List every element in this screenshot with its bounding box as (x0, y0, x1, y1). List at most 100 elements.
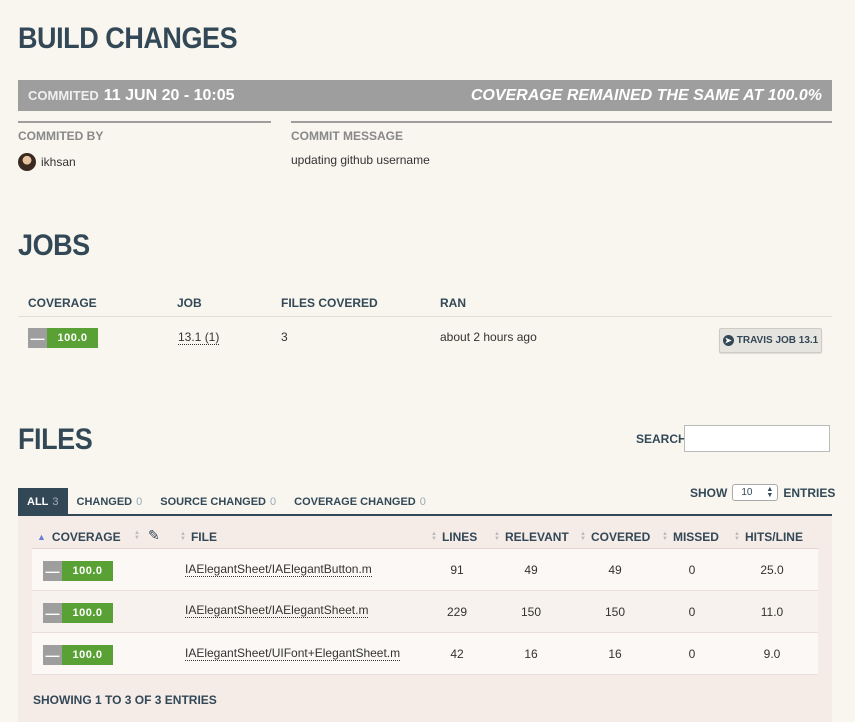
lines-value: 229 (446, 605, 468, 619)
job-row: — 100.0 13.1 (1) 3 about 2 hours ago (18, 318, 832, 358)
coverage-value: 100.0 (62, 603, 113, 623)
relevant-value: 150 (520, 605, 542, 619)
jobs-header-ran: RAN (440, 296, 466, 310)
table-info: SHOWING 1 TO 3 OF 3 ENTRIES (33, 693, 217, 707)
sort-icon: ▲ ▼ (180, 531, 186, 542)
coverage-value: 100.0 (47, 328, 98, 348)
coverage-value: 100.0 (62, 645, 113, 665)
file-filter-tabs: ALL 3 CHANGED 0 SOURCE CHANGED 0 COVERAGE C… (18, 488, 435, 515)
sort-asc-icon: ▲ (37, 532, 46, 542)
files-header-file-label: FILE (190, 530, 217, 544)
jobs-title: JOBS (18, 229, 90, 262)
jobs-table-header: COVERAGE JOB FILES COVERED RAN (18, 290, 832, 317)
files-header-hits-line-label: HITS/LINE (744, 530, 803, 544)
tab-coverage-changed-count: 0 (419, 495, 426, 508)
missed-value: 0 (688, 563, 696, 577)
commit-bar: COMMITED 11 JUN 20 - 10:05 COVERAGE REMAI… (18, 80, 832, 111)
relevant-value: 16 (524, 647, 538, 661)
sort-icon: ▲ ▼ (431, 531, 437, 542)
hits-value: 9.0 (763, 647, 781, 661)
minus-icon: — (28, 328, 47, 348)
tab-all-count: 3 (52, 495, 59, 508)
committed-by-label: COMMITED BY (18, 129, 104, 143)
missed-value: 0 (688, 647, 696, 661)
job-ran: about 2 hours ago (440, 330, 537, 344)
coverage-badge: — 100.0 (28, 328, 98, 348)
files-header-covered[interactable]: ▲ ▼ COVERED (580, 530, 650, 544)
file-link[interactable]: IAElegantSheet/IAElegantSheet.m (185, 603, 369, 618)
page-length-value: 10 (741, 487, 753, 498)
committer-name[interactable]: ikhsan (41, 155, 76, 169)
lines-value: 91 (450, 563, 464, 577)
tab-changed-label: CHANGED (76, 495, 133, 508)
commit-label: COMMITED (28, 87, 99, 103)
hits-value: 25.0 (760, 563, 784, 577)
avatar[interactable] (18, 153, 36, 171)
files-title: FILES (18, 423, 93, 456)
sort-icon: ▲ ▼ (494, 531, 500, 542)
jobs-header-files-covered: FILES COVERED (281, 296, 378, 310)
tab-coverage-changed[interactable]: COVERAGE CHANGED 0 (285, 488, 435, 515)
coverage-value: 100.0 (62, 561, 113, 581)
file-link[interactable]: IAElegantSheet/IAElegantButton.m (185, 562, 372, 577)
commit-message-label: COMMIT MESSAGE (291, 129, 404, 143)
coverage-badge: — 100.0 (43, 561, 113, 581)
sort-icon: ▲ ▼ (134, 530, 140, 541)
files-header-missed[interactable]: ▲ ▼ MISSED (662, 530, 719, 544)
job-link[interactable]: 13.1 (1) (178, 330, 220, 345)
job-files-covered: 3 (281, 330, 288, 344)
sort-icon: ▲ ▼ (662, 531, 668, 542)
committed-by: COMMITED BY ikhsan (18, 121, 271, 171)
travis-job-button-label: TRAVIS JOB 13.1 (736, 335, 819, 346)
sort-icon: ▲ ▼ (580, 531, 586, 542)
jobs-header-coverage: COVERAGE (28, 296, 97, 310)
files-header-lines[interactable]: ▲ ▼ LINES (431, 530, 477, 544)
minus-icon: — (43, 603, 62, 623)
relevant-value: 49 (524, 563, 538, 577)
page-title: BUILD CHANGES (18, 22, 238, 55)
coverage-badge: — 100.0 (43, 645, 113, 665)
files-header-missed-label: MISSED (672, 530, 719, 544)
commit-date: 11 JUN 20 - 10:05 (103, 86, 235, 104)
minus-icon: — (43, 645, 62, 665)
files-header-relevant[interactable]: ▲ ▼ RELEVANT (494, 530, 569, 544)
tab-source-changed[interactable]: SOURCE CHANGED 0 (151, 488, 285, 515)
minus-icon: — (43, 561, 62, 581)
missed-value: 0 (688, 605, 696, 619)
page-length-select[interactable]: 10 ▲ ▼ (732, 484, 779, 501)
file-link[interactable]: IAElegantSheet/UIFont+ElegantSheet.m (185, 646, 401, 661)
covered-value: 16 (608, 647, 622, 661)
commit-message-text: updating github username (291, 153, 430, 167)
tab-source-changed-count: 0 (270, 495, 277, 508)
files-header-coverage[interactable]: ▲ COVERAGE (37, 530, 121, 544)
hits-value: 11.0 (760, 605, 784, 619)
sort-icon: ▲ ▼ (734, 531, 740, 542)
tab-source-changed-label: SOURCE CHANGED (160, 495, 266, 508)
files-header-covered-label: COVERED (590, 530, 651, 544)
search-input[interactable] (684, 425, 830, 452)
updown-icon: ▲ ▼ (766, 485, 774, 499)
coverage-note: COVERAGE REMAINED THE SAME AT 100.0% (470, 86, 822, 104)
commit-message: COMMIT MESSAGE updating github username (291, 121, 832, 167)
files-header-file[interactable]: ▲ ▼ FILE (180, 530, 217, 544)
tab-coverage-changed-label: COVERAGE CHANGED (294, 495, 416, 508)
pencil-icon[interactable]: ✎ (148, 527, 160, 544)
table-row: — 100.0 IAElegantSheet/UIFont+ElegantShe… (32, 633, 818, 675)
covered-value: 150 (604, 605, 626, 619)
show-label: SHOW (690, 485, 728, 500)
covered-value: 49 (608, 563, 622, 577)
files-header-hits-line[interactable]: ▲ ▼ HITS/LINE (734, 530, 803, 544)
tab-all[interactable]: ALL 3 (18, 488, 68, 515)
entries-label: ENTRIES (783, 485, 836, 500)
search-label: SEARCH: (636, 432, 691, 446)
tab-all-label: ALL (27, 495, 49, 508)
table-row: — 100.0 IAElegantSheet/IAElegantSheet.m … (32, 591, 818, 633)
coverage-badge: — 100.0 (43, 603, 113, 623)
arrow-circle-icon: ➤ (722, 335, 734, 346)
files-header-relevant-label: RELEVANT (504, 530, 569, 544)
files-header-lines-label: LINES (441, 530, 478, 544)
travis-job-button[interactable]: ➤ TRAVIS JOB 13.1 (719, 328, 822, 353)
files-header-coverage-label: COVERAGE (51, 530, 121, 544)
table-row: — 100.0 IAElegantSheet/IAElegantButton.m… (32, 549, 818, 591)
tab-changed[interactable]: CHANGED 0 (68, 488, 152, 515)
